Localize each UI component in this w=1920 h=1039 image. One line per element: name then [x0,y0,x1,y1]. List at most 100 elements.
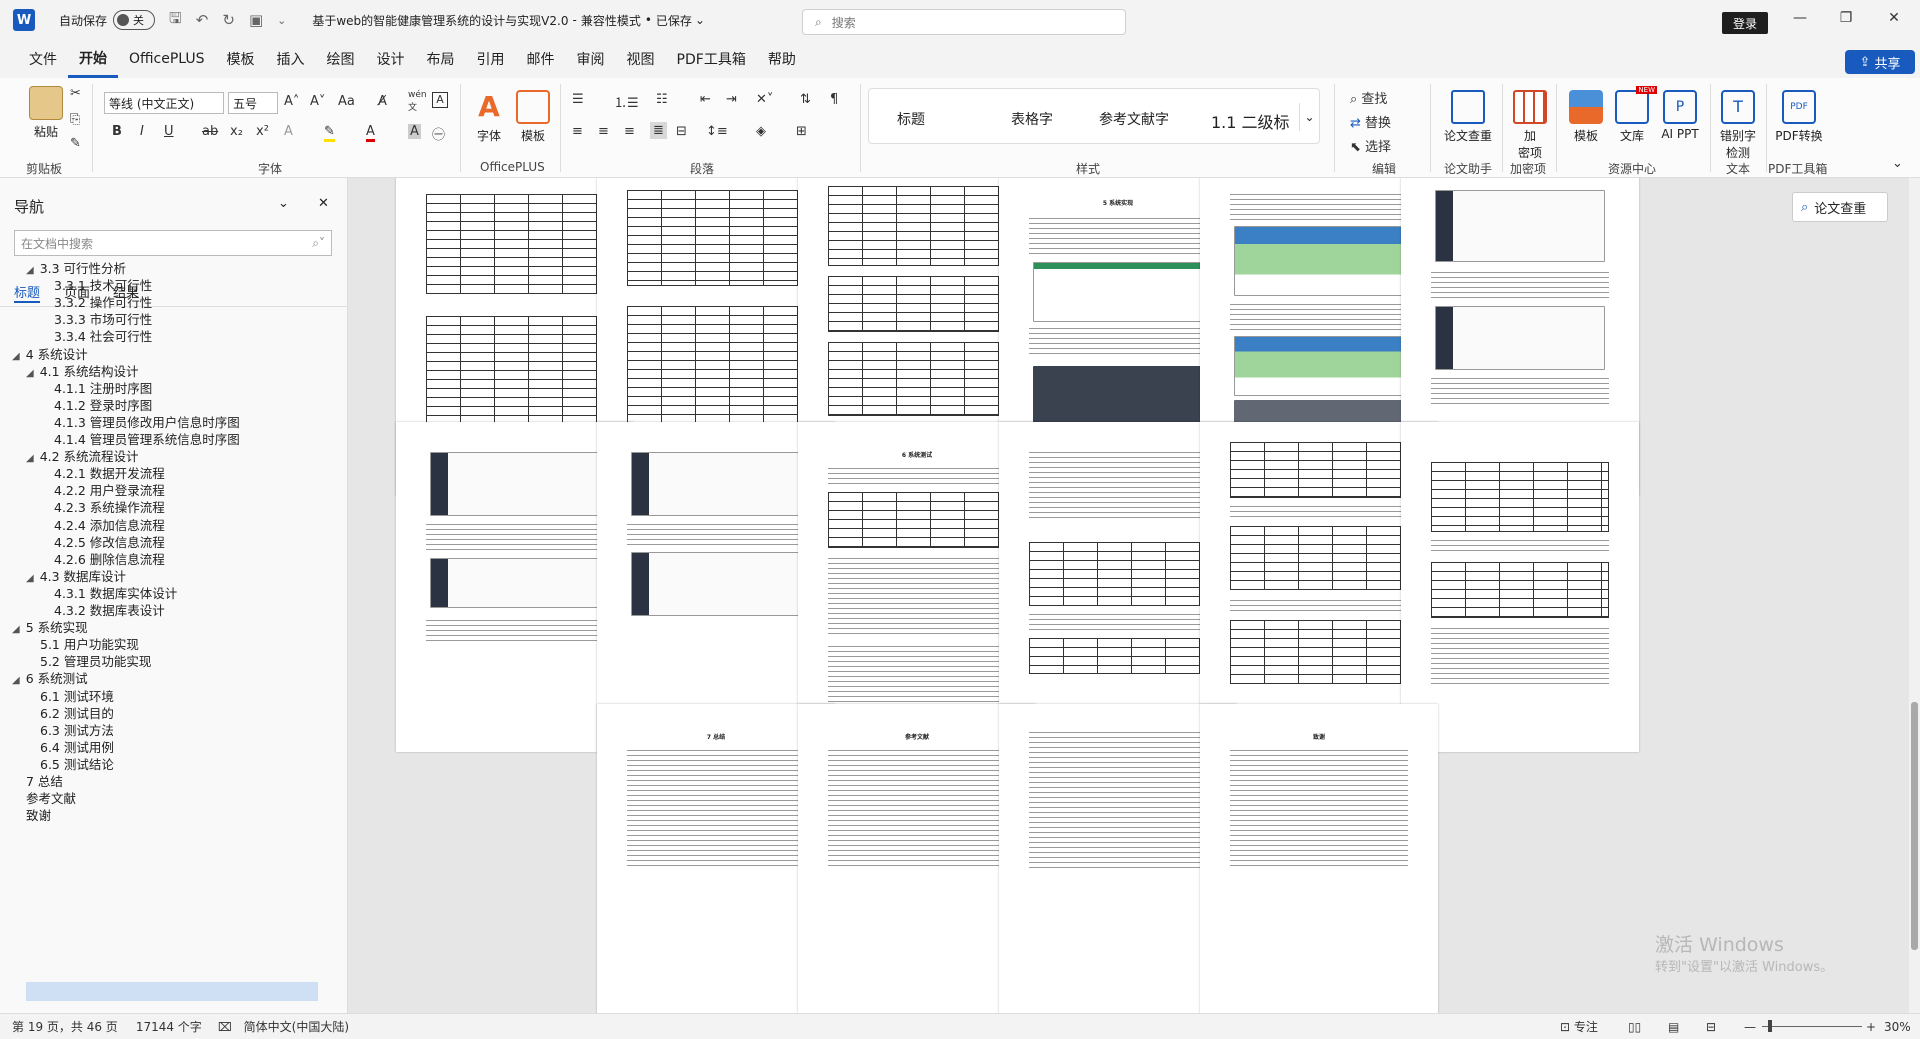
encrypt-button[interactable]: 加密项 [1510,90,1550,161]
grow-font-icon[interactable]: A˄ [284,94,299,109]
typo-check-button[interactable]: T 错别字 检测 [1716,90,1760,161]
copy-icon[interactable]: ⎘ [70,112,80,127]
shading-icon[interactable]: ◈ [756,124,766,139]
increase-indent-icon[interactable]: ⇥ [726,92,737,107]
nav-search-input[interactable]: 在文档中搜索 ⌕˅ [14,230,332,256]
menu-item[interactable]: OfficePLUS [118,40,216,78]
align-right-icon[interactable]: ≡ [624,124,635,139]
line-spacing-icon[interactable]: ↕≡ [706,124,728,139]
style-item[interactable]: 1.1 二级标 [1211,109,1290,133]
paste-button[interactable]: 粘贴 [26,86,66,140]
word-count[interactable]: 17144 个字 [136,1018,202,1035]
pdf-convert-button[interactable]: PDF PDF转换 [1772,90,1826,144]
subscript-icon[interactable]: x₂ [230,124,243,139]
page-count[interactable]: 第 19 页，共 46 页 [12,1018,118,1035]
select-button[interactable]: ⬉ 选择 [1350,136,1391,155]
menu-item[interactable]: 设计 [366,40,416,78]
login-button[interactable]: 登录 [1722,12,1768,34]
expand-caret-icon[interactable]: ◢ [26,265,34,276]
menu-item[interactable]: PDF工具箱 [666,40,757,78]
saved-status[interactable]: 已保存 [656,12,692,29]
clear-format-icon[interactable]: A̸ [378,94,387,109]
zoom-out-icon[interactable]: — [1744,1020,1756,1034]
chevron-down-icon[interactable]: ⌄ [695,13,705,27]
multilevel-list-icon[interactable]: ☷ [656,92,668,107]
font-name-select[interactable]: 等线 (中文正文) [104,92,224,114]
collapse-ribbon-icon[interactable]: ⌄ [1892,156,1903,171]
font-button[interactable]: A 字体 [472,90,506,144]
thesis-check-side-button[interactable]: ⌕ 论文查重 [1792,192,1888,222]
align-left-icon[interactable]: ≡ [572,124,583,139]
format-painter-icon[interactable]: ▣ [249,11,263,29]
page-thumbnail[interactable] [1401,422,1639,752]
change-case-icon[interactable]: Aa [338,94,355,109]
highlight-icon[interactable]: ✎ [324,124,335,142]
web-layout-icon[interactable]: ⊟ [1706,1020,1716,1034]
numbering-icon[interactable]: ⒈☰ [614,92,639,111]
menu-item[interactable]: 帮助 [757,40,807,78]
restore-icon[interactable]: ❐ [1836,10,1856,26]
ai-ppt-button[interactable]: P AI PPT [1658,90,1702,141]
close-icon[interactable]: ✕ [1884,10,1904,26]
menu-item[interactable]: 插入 [266,40,316,78]
read-mode-icon[interactable]: ▯▯ [1628,1020,1641,1034]
justify-icon[interactable]: ≣ [650,122,667,139]
expand-caret-icon[interactable]: ◢ [26,573,34,584]
menu-item[interactable]: 审阅 [566,40,616,78]
menu-item[interactable]: 文件 [18,40,68,78]
nav-heading-item[interactable]: 致谢 [26,805,51,824]
text-effect-icon[interactable]: A [284,124,293,139]
replace-button[interactable]: ⇄ 替换 [1350,112,1391,131]
library-button[interactable]: NEW 文库 [1612,86,1657,144]
style-item[interactable]: 参考文献字 [1099,109,1169,129]
show-marks-icon[interactable]: ¶ [830,92,838,107]
print-layout-icon[interactable]: ▤ [1668,1020,1679,1034]
thesis-check-button[interactable]: 论文查重 [1440,90,1496,144]
font-color-icon[interactable]: A [366,124,375,142]
redo-icon[interactable]: ↻ [222,11,235,29]
find-button[interactable]: ⌕ 查找 [1350,88,1387,107]
search-box[interactable]: ⌕ 搜索 [802,9,1126,35]
menu-item[interactable]: 绘图 [316,40,366,78]
resource-template-button[interactable]: 模板 [1566,90,1606,144]
autosave-toggle[interactable]: 关 [113,10,156,30]
italic-icon[interactable]: I [140,124,144,139]
zoom-in-icon[interactable]: + [1866,1020,1876,1034]
align-center-icon[interactable]: ≡ [598,124,609,139]
sort-icon[interactable]: ⇅ [800,92,811,107]
shrink-font-icon[interactable]: A˅ [310,94,325,109]
undo-icon[interactable]: ↶ [196,11,209,29]
vertical-scrollbar[interactable] [1909,178,1920,1013]
bullets-icon[interactable]: ☰ [572,92,584,107]
expand-caret-icon[interactable]: ◢ [12,351,20,362]
zoom-slider[interactable] [1762,1026,1862,1027]
decrease-indent-icon[interactable]: ⇤ [700,92,711,107]
menu-item[interactable]: 邮件 [516,40,566,78]
cut-icon[interactable]: ✂ [70,86,81,101]
expand-caret-icon[interactable]: ◢ [12,675,20,686]
menu-item[interactable]: 模板 [216,40,266,78]
enclose-char-icon[interactable]: ㊀ [432,124,445,143]
menu-item[interactable]: 开始 [68,40,118,78]
language[interactable]: 简体中文(中国大陆) [244,1018,349,1035]
bold-icon[interactable]: B [112,124,122,139]
template-button[interactable]: 模板 [516,90,550,144]
menu-item[interactable]: 视图 [616,40,666,78]
save-icon[interactable]: 🖫 [169,8,182,33]
superscript-icon[interactable]: x² [256,124,269,139]
char-shading-icon[interactable]: A [408,124,421,139]
strikethrough-icon[interactable]: ab [202,124,218,139]
expand-caret-icon[interactable]: ◢ [12,624,20,635]
asian-layout-icon[interactable]: ✕˅ [756,92,773,107]
customize-qa-icon[interactable]: ⌄ [277,14,286,27]
document-canvas[interactable]: 5 系统实现 6 系统测试 7 总结 参考文献 致谢 [349,178,1911,1013]
menu-item[interactable]: 布局 [416,40,466,78]
format-painter-brush-icon[interactable]: ✎ [70,136,81,151]
borders-icon[interactable]: ⊞ [796,124,807,139]
focus-button[interactable]: ⊡ 专注 [1560,1018,1598,1035]
nav-close-icon[interactable]: ✕ [318,196,329,211]
underline-icon[interactable]: U [164,124,174,139]
distributed-icon[interactable]: ⊟ [676,124,687,139]
styles-more-icon[interactable]: ⌄ [1299,103,1319,131]
page-thumbnail[interactable]: 致谢 [1200,704,1438,1013]
